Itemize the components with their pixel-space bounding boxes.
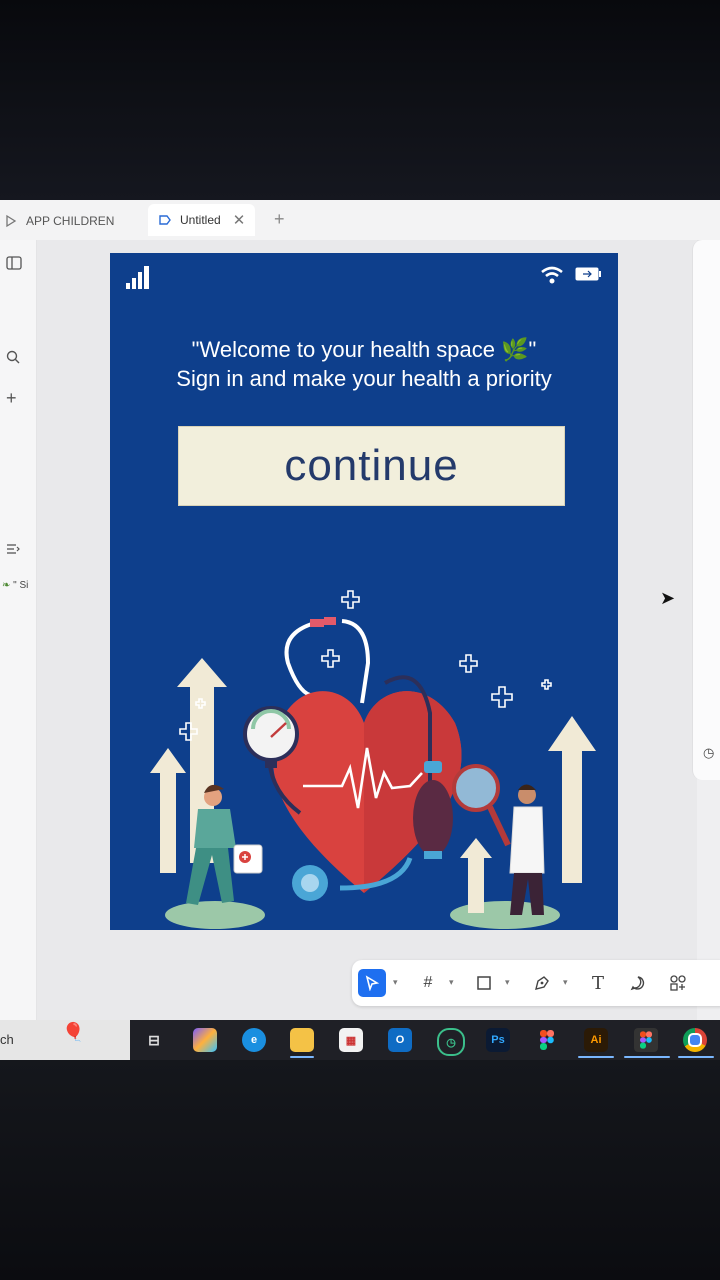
chevron-down-icon[interactable]: ▾ bbox=[393, 977, 398, 988]
file-explorer-icon[interactable] bbox=[290, 1028, 314, 1052]
rectangle-icon[interactable] bbox=[470, 969, 498, 997]
welcome-heading: "Welcome to your health space 🌿" bbox=[191, 337, 537, 362]
plus-icon[interactable]: + bbox=[6, 388, 17, 409]
figma-window: APP CHILDREN Untitled ✕ + + ❧ " Si "Welc… bbox=[0, 200, 720, 1060]
panel-toggle-icon[interactable] bbox=[6, 256, 22, 273]
resources-icon[interactable] bbox=[664, 969, 692, 997]
search-icon[interactable] bbox=[6, 350, 20, 367]
welcome-subheading: Sign in and make your health a priority bbox=[176, 366, 552, 391]
left-sidebar: + bbox=[0, 240, 37, 1020]
signal-icon bbox=[126, 266, 149, 289]
figma-app-icon[interactable] bbox=[634, 1028, 658, 1052]
new-tab-button[interactable]: + bbox=[274, 209, 285, 230]
tab-label: Untitled bbox=[180, 213, 221, 227]
layers-icon[interactable] bbox=[6, 542, 20, 558]
battery-icon bbox=[575, 267, 601, 281]
edge-icon[interactable]: e bbox=[242, 1028, 266, 1052]
status-bar bbox=[110, 253, 618, 293]
welcome-text: "Welcome to your health space 🌿" Sign in… bbox=[110, 335, 618, 393]
illustrator-icon[interactable]: Ai bbox=[584, 1028, 608, 1052]
app-icon[interactable]: ◷ bbox=[437, 1028, 465, 1056]
continue-button[interactable]: continue bbox=[178, 426, 565, 506]
figma-file-icon bbox=[159, 215, 171, 225]
photoshop-icon[interactable]: Ps bbox=[486, 1028, 510, 1052]
tab-untitled[interactable]: Untitled ✕ bbox=[148, 204, 256, 236]
search-text: ch bbox=[0, 1032, 14, 1047]
cursor-icon: ➤ bbox=[660, 588, 676, 608]
pen-icon[interactable] bbox=[528, 969, 556, 997]
right-properties-panel: ◷ bbox=[692, 240, 720, 780]
monitor-bezel-top bbox=[0, 0, 720, 200]
app-frame[interactable]: "Welcome to your health space 🌿" Sign in… bbox=[110, 253, 618, 930]
leaf-icon: ❧ bbox=[2, 580, 11, 591]
monitor-bezel-bottom bbox=[0, 1060, 720, 1280]
active-indicator bbox=[624, 1056, 670, 1058]
outlook-icon[interactable]: O bbox=[388, 1028, 412, 1052]
store-icon[interactable]: ▦ bbox=[339, 1028, 363, 1052]
chevron-down-icon[interactable]: ▾ bbox=[563, 977, 568, 988]
active-indicator bbox=[578, 1056, 614, 1058]
timer-icon[interactable]: ◷ bbox=[703, 745, 714, 761]
chevron-down-icon[interactable]: ▾ bbox=[449, 977, 454, 988]
health-illustration bbox=[150, 590, 596, 929]
chrome-icon[interactable] bbox=[683, 1028, 707, 1052]
chevron-down-icon[interactable]: ▾ bbox=[505, 977, 510, 988]
task-view-icon[interactable]: ⊟ bbox=[142, 1028, 166, 1052]
taskbar-search[interactable]: ch 🎈 bbox=[0, 1020, 130, 1060]
active-indicator bbox=[290, 1056, 314, 1058]
play-icon bbox=[6, 214, 17, 228]
comment-icon[interactable] bbox=[624, 969, 652, 997]
layer-item[interactable]: ❧ " Si bbox=[2, 580, 28, 591]
frame-icon[interactable]: # bbox=[414, 969, 442, 997]
active-indicator bbox=[678, 1056, 714, 1058]
move-icon[interactable] bbox=[358, 969, 386, 997]
close-icon[interactable]: ✕ bbox=[233, 211, 246, 229]
text-icon[interactable]: T bbox=[584, 969, 612, 997]
balloons-icon: 🎈 bbox=[62, 1022, 85, 1042]
tab-app-children[interactable]: APP CHILDREN bbox=[4, 208, 114, 234]
figma-icon[interactable] bbox=[535, 1028, 559, 1052]
tab-label: APP CHILDREN bbox=[26, 214, 115, 228]
layer-label: " Si bbox=[13, 580, 29, 591]
copilot-icon[interactable] bbox=[193, 1028, 217, 1052]
wifi-icon bbox=[541, 266, 563, 284]
tab-bar: APP CHILDREN Untitled ✕ + bbox=[0, 200, 720, 241]
bottom-toolbar: ▾ # ▾ ▾ ▾ T bbox=[352, 960, 720, 1006]
windows-taskbar: ch 🎈 ⊟ e ▦ O ◷ Ps Ai bbox=[0, 1020, 720, 1060]
